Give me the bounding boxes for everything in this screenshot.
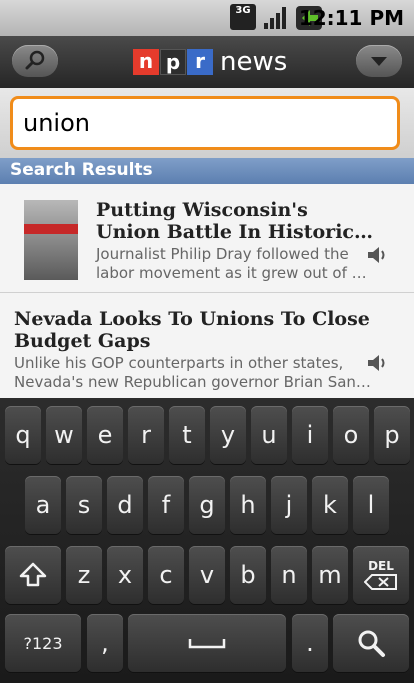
chevron-down-icon: [371, 57, 387, 66]
key-f[interactable]: f: [148, 476, 184, 534]
logo-word: news: [220, 47, 288, 77]
list-item[interactable]: Putting Wisconsin's Union Battle In Hist…: [0, 184, 414, 293]
list-item[interactable]: Nevada Looks To Unions To Close Budget G…: [0, 293, 414, 399]
story-thumbnail: [24, 200, 78, 280]
key-a[interactable]: a: [25, 476, 61, 534]
network-indicator: 3G: [230, 4, 256, 30]
story-title-line: Budget Gaps: [14, 330, 151, 352]
key-y[interactable]: y: [210, 406, 246, 464]
key-n[interactable]: n: [271, 546, 307, 604]
speaker-icon[interactable]: [366, 244, 390, 266]
story-desc-line: Nevada's new Republican governor Brian S…: [14, 373, 371, 391]
results-list: Putting Wisconsin's Union Battle In Hist…: [0, 184, 414, 399]
app-header: n p r news: [0, 36, 414, 88]
search-input[interactable]: [10, 96, 400, 150]
logo-letter-r: r: [187, 49, 213, 75]
delete-key[interactable]: DEL: [353, 546, 409, 604]
signal-icon: [264, 7, 286, 29]
story-desc-line: Journalist Philip Dray followed the: [96, 245, 349, 263]
key-m[interactable]: m: [312, 546, 348, 604]
shift-key[interactable]: [5, 546, 61, 604]
search-icon: [358, 630, 385, 657]
space-bar-icon: [188, 639, 226, 649]
key-z[interactable]: z: [66, 546, 102, 604]
key-s[interactable]: s: [66, 476, 102, 534]
key-p[interactable]: p: [374, 406, 410, 464]
key-j[interactable]: j: [271, 476, 307, 534]
key-v[interactable]: v: [189, 546, 225, 604]
search-bar: [0, 88, 414, 158]
key-k[interactable]: k: [312, 476, 348, 534]
results-header-label: Search Results: [10, 160, 153, 180]
soft-keyboard: q w e r t y u i o p a s d f g h j k l z …: [0, 398, 414, 683]
story-desc-line: labor movement as it grew out of …: [96, 264, 367, 282]
key-q[interactable]: q: [5, 406, 41, 464]
search-button[interactable]: [12, 45, 58, 77]
key-b[interactable]: b: [230, 546, 266, 604]
story-title-line: Union Battle In Historic…: [96, 221, 373, 243]
results-header: Search Results: [0, 158, 414, 184]
space-key[interactable]: [128, 614, 286, 672]
period-key[interactable]: .: [292, 614, 328, 672]
key-l[interactable]: l: [353, 476, 389, 534]
clock: 12:11 PM: [298, 6, 404, 30]
symbols-key[interactable]: ?123: [5, 614, 81, 672]
key-t[interactable]: t: [169, 406, 205, 464]
key-e[interactable]: e: [87, 406, 123, 464]
comma-key[interactable]: ,: [87, 614, 123, 672]
key-r[interactable]: r: [128, 406, 164, 464]
backspace-icon: [364, 574, 397, 590]
logo-letter-n: n: [133, 49, 159, 75]
shift-icon: [19, 562, 47, 587]
story-title-line: Putting Wisconsin's: [96, 199, 308, 221]
status-bar: 3G 12:11 PM: [0, 0, 414, 36]
story-desc-line: Unlike his GOP counterparts in other sta…: [14, 354, 344, 372]
key-u[interactable]: u: [251, 406, 287, 464]
key-c[interactable]: c: [148, 546, 184, 604]
logo-letter-p: p: [160, 49, 186, 75]
search-icon: [25, 50, 45, 70]
menu-button[interactable]: [356, 45, 402, 77]
key-d[interactable]: d: [107, 476, 143, 534]
key-w[interactable]: w: [46, 406, 82, 464]
key-i[interactable]: i: [292, 406, 328, 464]
key-x[interactable]: x: [107, 546, 143, 604]
search-key[interactable]: [333, 614, 409, 672]
key-g[interactable]: g: [189, 476, 225, 534]
story-title-line: Nevada Looks To Unions To Close: [14, 308, 370, 330]
key-h[interactable]: h: [230, 476, 266, 534]
delete-key-label: DEL: [368, 559, 394, 573]
key-o[interactable]: o: [333, 406, 369, 464]
speaker-icon[interactable]: [366, 352, 390, 374]
npr-news-logo: n p r news: [133, 48, 287, 76]
